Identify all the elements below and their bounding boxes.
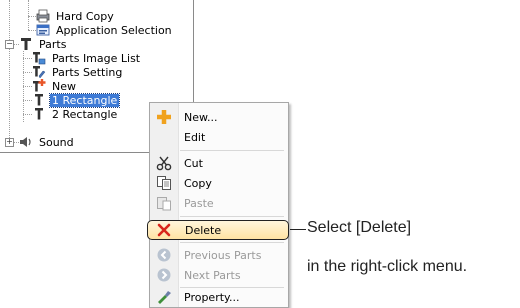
tree-item-sound[interactable]: Sound	[19, 135, 76, 149]
menu-item-label: Next Parts	[184, 268, 241, 282]
tree-item-label: 1 Rectangle	[48, 92, 121, 108]
menu-item-cut[interactable]: Cut	[150, 153, 288, 173]
tree-item-application-selection[interactable]: Application Selection	[36, 23, 174, 37]
tree-connector	[23, 86, 32, 87]
tree-item-2-rectangle[interactable]: 2 Rectangle	[32, 107, 119, 121]
parts-collapse-toggle[interactable]: −	[5, 40, 14, 49]
menu-item-label: Edit	[184, 130, 206, 144]
menu-item-paste[interactable]: Paste	[150, 193, 288, 213]
tree-item-new[interactable]: New	[32, 79, 78, 93]
callout-leader-line	[290, 229, 306, 230]
tree-item-label: Parts Image List	[52, 51, 141, 65]
menu-separator	[180, 216, 284, 217]
new-icon	[150, 109, 178, 125]
menu-item-label: Cut	[184, 156, 203, 170]
tree-item-parts-setting[interactable]: Parts Setting	[32, 65, 124, 79]
parts-setting-icon	[32, 65, 46, 79]
menu-item-property[interactable]: Property...	[150, 287, 288, 307]
part-icon	[32, 107, 46, 121]
context-menu: New... Edit Cut Copy Paste Delete Previo…	[147, 102, 289, 308]
delete-x-icon	[148, 222, 179, 238]
menu-item-label: Copy	[184, 176, 212, 190]
arrow-right-circle-icon	[150, 267, 178, 283]
copy-icon	[150, 175, 178, 191]
menu-item-label: Property...	[184, 290, 240, 304]
parts-image-list-icon	[32, 51, 46, 65]
tree-item-parts-image-list[interactable]: Parts Image List	[32, 51, 142, 65]
tree-connector	[23, 114, 32, 115]
tree-item-label: Parts Setting	[52, 65, 123, 79]
new-part-icon	[32, 79, 46, 93]
menu-item-new[interactable]: New...	[150, 107, 288, 127]
arrow-left-circle-icon	[150, 247, 178, 263]
tree-item-1-rectangle[interactable]: 1 Rectangle	[32, 92, 121, 108]
tree-item-label: Parts	[39, 37, 67, 51]
menu-item-label: Delete	[185, 223, 222, 237]
sound-expand-toggle[interactable]: +	[5, 138, 14, 147]
tree-item-label: New	[52, 79, 76, 93]
menu-separator	[180, 242, 284, 243]
tree-item-hard-copy[interactable]: Hard Copy	[36, 9, 116, 23]
tree-connector	[28, 30, 36, 31]
menu-separator	[180, 150, 284, 151]
menu-item-edit[interactable]: Edit	[150, 127, 288, 147]
hard-copy-icon	[36, 9, 50, 23]
menu-item-copy[interactable]: Copy	[150, 173, 288, 193]
paste-icon	[150, 195, 178, 211]
tree-connector	[9, 0, 10, 140]
menu-item-next-parts[interactable]: Next Parts	[150, 265, 288, 285]
tree-item-label: Sound	[39, 135, 74, 149]
property-icon	[150, 289, 178, 305]
callout-instruction-line-1: Select [Delete]	[307, 219, 412, 236]
tree-item-label: Hard Copy	[56, 9, 114, 23]
tree-connector	[23, 100, 32, 101]
callout-instruction-line-2: in the right-click menu.	[307, 258, 468, 275]
tree-item-label: 2 Rectangle	[52, 107, 118, 121]
part-icon	[32, 93, 46, 107]
sound-icon	[19, 135, 33, 149]
application-selection-icon	[36, 23, 50, 37]
tree-connector	[23, 58, 32, 59]
tree-connector	[28, 16, 36, 17]
menu-item-delete[interactable]: Delete	[147, 220, 289, 240]
menu-item-label: Previous Parts	[184, 248, 262, 262]
menu-item-label: New...	[184, 110, 218, 124]
tree-item-label: Application Selection	[56, 23, 172, 37]
menu-item-label: Paste	[184, 196, 214, 210]
tree-connector	[23, 72, 32, 73]
tree-item-parts[interactable]: Parts	[19, 37, 68, 51]
tree-connector	[28, 0, 29, 30]
menu-item-previous-parts[interactable]: Previous Parts	[150, 245, 288, 265]
scissors-icon	[150, 155, 178, 171]
parts-icon	[19, 37, 33, 51]
